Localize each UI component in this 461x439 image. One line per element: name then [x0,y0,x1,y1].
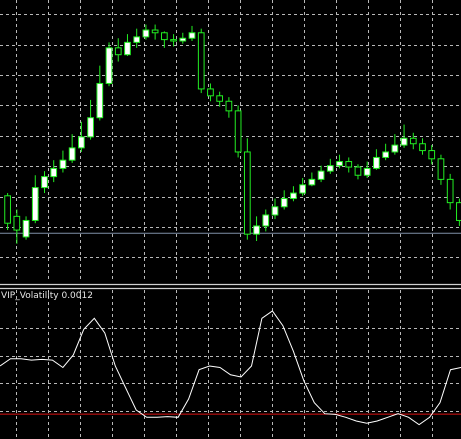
indicator-chart[interactable] [0,0,461,439]
trading-terminal: VIP_Volatility 0.0012 [0,0,461,439]
indicator-label: VIP_Volatility 0.0012 [1,291,93,301]
